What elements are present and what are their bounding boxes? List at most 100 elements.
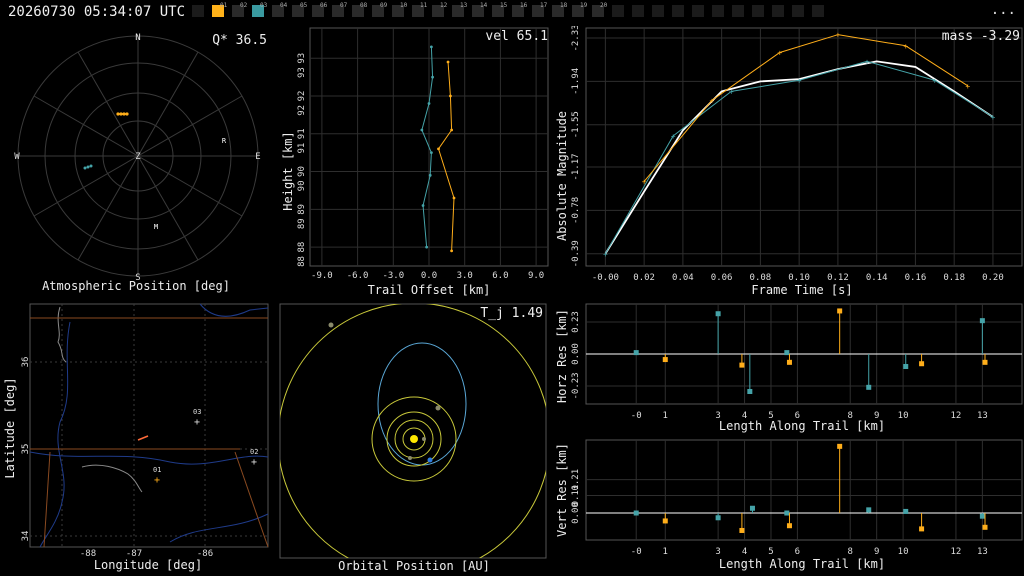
- camera-toggle[interactable]: 17: [532, 2, 547, 17]
- camera-toggle[interactable]: 18: [552, 2, 567, 17]
- vres-xtick: 10: [898, 547, 909, 557]
- camera-toggle[interactable]: [732, 5, 744, 17]
- station-label: 01: [153, 466, 161, 474]
- lc-xtick: 0.12: [827, 273, 849, 283]
- trail-xtick: 9.0: [528, 271, 544, 281]
- trail-offset-panel[interactable]: -9.0 -6.0 -3.0 0.0 3.0 6.0 9.0 88 89 90 91 92 93 88 8…: [278, 26, 550, 298]
- light-curve-panel[interactable]: -0.00 0.02 0.04 0.06 0.08 0.10 0.12 0.14 0.16 0.1…: [552, 26, 1024, 298]
- map-ytick: 36: [21, 357, 31, 368]
- trail-point: [421, 204, 425, 207]
- camera-toggle[interactable]: [712, 5, 724, 17]
- trail-xlabel: Trail Offset [km]: [368, 283, 491, 297]
- vres-xtick: 12: [951, 547, 962, 557]
- camera-toggle[interactable]: 13: [452, 2, 468, 17]
- menu-button[interactable]: ...: [991, 2, 1016, 18]
- vres-xtick: 4: [742, 547, 747, 557]
- trail-point: [437, 147, 440, 151]
- lightcurve-xlabel: Frame Time [s]: [751, 283, 852, 297]
- station-marker: +: [194, 417, 200, 428]
- camera-toggle[interactable]: 01: [212, 2, 227, 17]
- camera-toggle-label: 04: [280, 2, 288, 9]
- camera-toggle[interactable]: 14: [472, 2, 487, 17]
- trail-point: [429, 151, 433, 155]
- map-panel[interactable]: 03 + 01 + 02 + -88 -87 -86 36 35 34 Long…: [0, 302, 276, 576]
- camera-toggle[interactable]: 03: [252, 2, 268, 17]
- camera-toggle[interactable]: 07: [332, 2, 348, 17]
- hres-point: [979, 318, 985, 324]
- velocity-readout: vel 65.1: [485, 29, 548, 44]
- vres-xtick: 5: [768, 547, 773, 557]
- trail-point: [449, 94, 452, 98]
- vertical-residuals-panel[interactable]: -0 1 3 4 5 6 8 9 10 12 130.210.110.00 Length Along…: [552, 438, 1024, 576]
- mass-readout: mass -3.29: [942, 29, 1020, 44]
- vres-ytick: 0.00: [571, 502, 581, 524]
- cardinal-zenith: Z: [135, 152, 141, 162]
- camera-toggle[interactable]: [652, 5, 664, 17]
- camera-toggle[interactable]: 09: [372, 2, 387, 17]
- camera-toggle-label: 11: [420, 2, 428, 9]
- camera-toggle[interactable]: [752, 5, 764, 17]
- hres-point: [786, 359, 792, 365]
- map-ytick: 34: [21, 531, 31, 542]
- hres-ytick: 0.00: [571, 343, 581, 365]
- orbit-panel[interactable]: T_j 1.49 Orbital Position [AU]: [278, 302, 550, 576]
- camera-toggle[interactable]: 10: [392, 2, 407, 17]
- planet-marker: [422, 437, 426, 441]
- camera-toggle-label: 08: [360, 2, 368, 9]
- camera-toggle-label: 07: [340, 2, 348, 9]
- camera-toggle-label: 13: [460, 2, 468, 9]
- camera-toggle[interactable]: [672, 5, 684, 17]
- camera-toggle[interactable]: [692, 5, 704, 17]
- trail-xtick: 3.0: [457, 271, 473, 281]
- hres-xtick: 1: [663, 411, 668, 421]
- trail-ytick-minor: 92: [297, 105, 307, 116]
- camera-toggle[interactable]: [772, 5, 784, 17]
- camera-toggle-label: 15: [500, 2, 508, 9]
- lc-xtick: 0.06: [711, 273, 733, 283]
- lc-ytick: -0.78: [571, 197, 581, 224]
- vres-point: [979, 513, 985, 519]
- cardinal-e: E: [255, 152, 260, 162]
- camera-toggle[interactable]: 05: [292, 2, 308, 17]
- trail-series-line: [421, 46, 434, 248]
- lc-point: +: [865, 57, 870, 66]
- trail-point: [427, 102, 431, 105]
- horizontal-residuals-panel[interactable]: -0 1 3 4 5 6 8 9 10 12 130.230.00-0.23 Length Alon…: [552, 302, 1024, 436]
- camera-toggle[interactable]: 04: [272, 2, 288, 17]
- camera-toggle[interactable]: 12: [432, 2, 447, 17]
- polar-panel[interactable]: N S E W Z R M Q* 36.5 Atmospheric Positi…: [0, 26, 276, 298]
- vres-xtick: 8: [848, 547, 853, 557]
- camera-toggle[interactable]: [612, 5, 624, 17]
- hres-point: [662, 357, 668, 363]
- lc-xtick: 0.16: [905, 273, 927, 283]
- lc-point: +: [729, 87, 734, 96]
- vres-point: [633, 510, 639, 516]
- camera-toggle[interactable]: 11: [412, 2, 428, 17]
- lc-point: +: [797, 76, 802, 85]
- camera-toggle[interactable]: 15: [492, 2, 508, 17]
- camera-toggle[interactable]: 16: [512, 2, 528, 17]
- hres-point: [903, 364, 909, 369]
- camera-toggle[interactable]: [632, 5, 644, 17]
- hres-xtick: 13: [977, 411, 988, 421]
- camera-toggle[interactable]: 08: [352, 2, 368, 17]
- camera-toggle[interactable]: [792, 5, 804, 17]
- q-angle-readout: Q* 36.5: [212, 33, 267, 48]
- camera-toggle-label: 05: [300, 2, 308, 9]
- camera-toggle[interactable]: [192, 5, 204, 17]
- planet-marker: [408, 456, 412, 460]
- camera-toggle[interactable]: [812, 5, 824, 17]
- hres-point: [982, 359, 988, 365]
- camera-toggle-label: 03: [260, 2, 268, 9]
- camera-toggle[interactable]: 19: [572, 2, 587, 17]
- camera-toggle-label: 16: [520, 2, 528, 9]
- camera-toggle[interactable]: 02: [232, 2, 247, 17]
- camera-toggle[interactable]: 20: [592, 2, 607, 17]
- trail-point: [429, 45, 433, 49]
- hres-xtick: 12: [951, 411, 962, 421]
- hres-point: [747, 389, 753, 394]
- station-marker: +: [251, 457, 257, 468]
- station-marker-r: R: [222, 137, 227, 145]
- hres-point: [784, 350, 790, 356]
- camera-toggle[interactable]: 06: [312, 2, 327, 17]
